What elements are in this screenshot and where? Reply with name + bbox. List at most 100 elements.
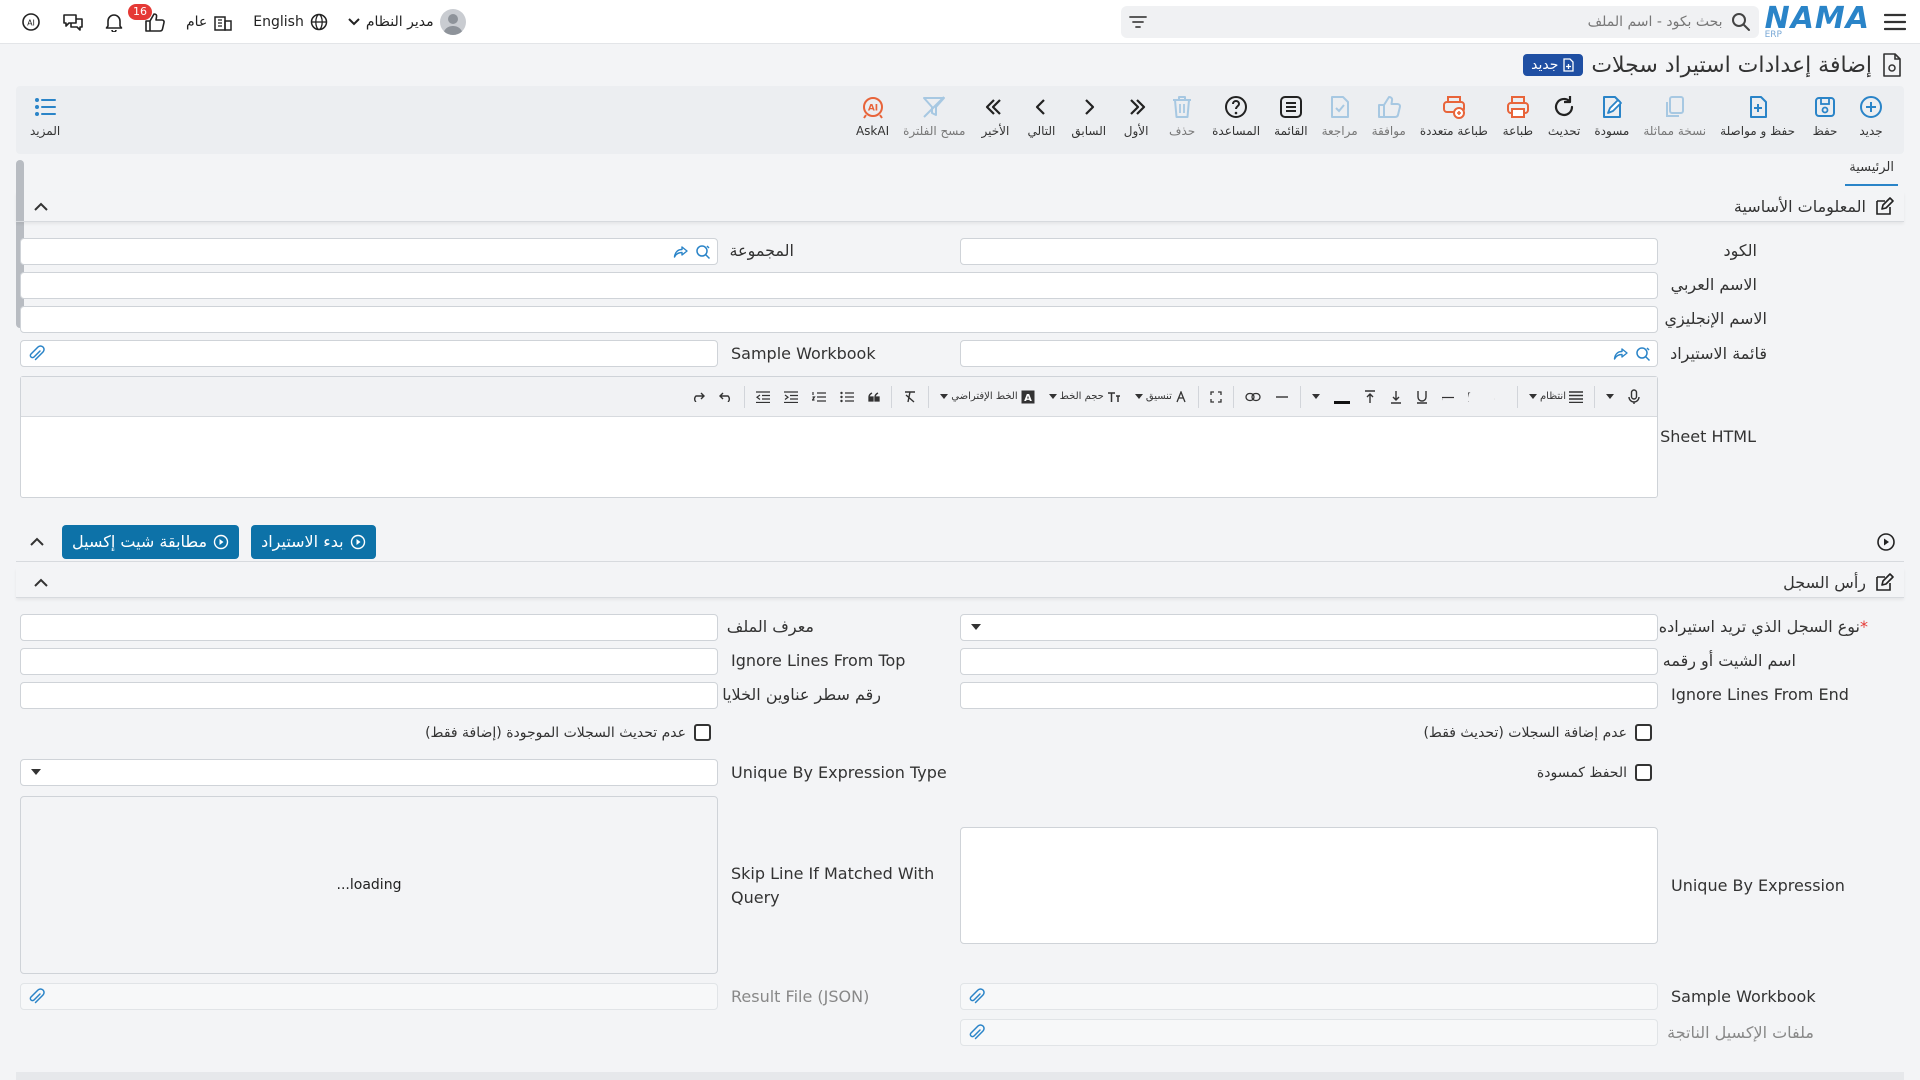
ignore-end-input[interactable] [960, 682, 1658, 709]
toolbar-button-save-continue[interactable]: حفظ و مواصلة [1713, 94, 1802, 138]
no-add-records-checkbox[interactable] [1635, 724, 1652, 741]
toolbar-button-thumbs-up[interactable]: موافقة [1365, 94, 1413, 138]
sample-workbook-input[interactable] [20, 340, 718, 367]
code-input[interactable] [960, 238, 1658, 265]
sheet-name-input[interactable] [960, 648, 1658, 675]
editor-font-size-button[interactable]: حجم الخط [1042, 383, 1128, 411]
toolbar-button-multi-print[interactable]: طباعة متعددة [1413, 94, 1495, 138]
toolbar-button-save[interactable]: حفظ [1802, 94, 1848, 138]
app-logo[interactable]: NAMA ERP [1765, 3, 1870, 40]
toolbar-button-trash[interactable]: حذف [1159, 94, 1205, 138]
editor-fullscreen-button[interactable] [1203, 383, 1229, 411]
editor-underline-button[interactable] [1409, 383, 1435, 411]
toolbar-button-next[interactable]: التالي [1018, 94, 1064, 138]
no-add-records-checkbox-row[interactable]: عدم إضافة السجلات (تحديث فقط) [1423, 724, 1652, 741]
more-button[interactable]: المزيد [30, 94, 60, 138]
chevron-up-icon[interactable] [24, 531, 50, 553]
editor-numbered-list-button[interactable] [805, 383, 833, 411]
search-icon[interactable] [1731, 12, 1751, 32]
editor-bullet-list-button[interactable] [833, 383, 861, 411]
editor-redo-button[interactable] [684, 383, 712, 411]
editor-color-dropdown[interactable] [1305, 383, 1327, 411]
result-excel-files-input[interactable] [960, 1019, 1658, 1046]
editor-subscript-button[interactable] [1383, 383, 1409, 411]
attachment-icon[interactable] [27, 344, 45, 363]
match-excel-sheet-button[interactable]: مطابقة شيت إكسيل [62, 524, 240, 559]
menu-icon[interactable] [1880, 7, 1910, 37]
editor-bold-button[interactable]: B [1487, 383, 1513, 411]
toolbar-button-ask-ai[interactable]: AI AskAI [849, 94, 896, 138]
attachment-icon[interactable] [967, 1023, 985, 1042]
attachment-icon[interactable] [967, 987, 985, 1006]
ai-assistant-button[interactable]: AI [10, 0, 52, 44]
toolbar-button-last[interactable]: الأخير [972, 94, 1018, 138]
open-link-icon[interactable] [673, 244, 689, 260]
search-input[interactable] [1154, 5, 1723, 38]
file-id-input[interactable] [20, 614, 718, 641]
editor-hr-button[interactable] [1268, 383, 1296, 411]
align-bottom-icon [1390, 390, 1402, 404]
arabic-name-input[interactable] [20, 272, 1658, 299]
toolbar-button-first[interactable]: الأول [1113, 94, 1159, 138]
lookup-search-icon[interactable] [695, 244, 711, 260]
skip-line-query-editor[interactable]: loading... [20, 796, 718, 974]
editor-text-color-button[interactable] [1327, 383, 1357, 411]
user-menu[interactable]: مدير النظام [338, 0, 476, 44]
editor-indent-button[interactable] [777, 383, 805, 411]
record-type-select[interactable] [960, 614, 1658, 641]
editor-link-button[interactable] [1238, 383, 1268, 411]
toolbar-button-previous[interactable]: السابق [1064, 94, 1113, 138]
editor-strike-button[interactable]: S [1435, 383, 1461, 411]
editor-mic-button[interactable] [1621, 383, 1647, 411]
attachment-icon[interactable] [27, 987, 45, 1006]
toolbar-button-draft[interactable]: مسودة [1587, 94, 1636, 138]
editor-undo-button[interactable] [712, 383, 740, 411]
notifications-button[interactable] [94, 0, 134, 44]
editor-quote-button[interactable] [861, 383, 887, 411]
result-file-input[interactable] [20, 983, 718, 1010]
editor-clear-format-button[interactable] [896, 383, 924, 411]
group-input[interactable] [20, 238, 718, 265]
toolbar-button-plus-circle[interactable]: جديد [1848, 94, 1894, 138]
save-as-draft-checkbox[interactable] [1635, 764, 1652, 781]
editor-align-button[interactable]: انتظام [1522, 383, 1590, 411]
toolbar-button-refresh[interactable]: تحديث [1541, 94, 1588, 138]
unique-type-select[interactable] [20, 759, 718, 786]
save-as-draft-checkbox-row[interactable]: الحفظ كمسودة [1537, 764, 1652, 781]
editor-superscript-button[interactable] [1357, 383, 1383, 411]
open-link-icon[interactable] [1613, 346, 1629, 362]
header-sample-workbook-input[interactable] [960, 983, 1658, 1010]
unique-expression-textarea[interactable] [960, 827, 1658, 944]
public-branch[interactable]: عام [176, 0, 243, 44]
toolbar-button-review[interactable]: مراجعة [1315, 94, 1365, 138]
english-name-input[interactable] [20, 306, 1658, 333]
no-update-records-checkbox[interactable] [694, 724, 711, 741]
toolbar-button-copy[interactable]: نسخة مماثلة [1636, 94, 1713, 138]
editor-outdent-button[interactable] [749, 383, 777, 411]
toolbar-button-list[interactable]: القائمة [1267, 94, 1314, 138]
editor-content-area[interactable] [21, 417, 1657, 497]
language-switch[interactable]: English [243, 0, 338, 44]
filter-icon[interactable] [1128, 15, 1147, 29]
chevron-up-icon[interactable] [28, 572, 54, 594]
toolbar-button-print[interactable]: طباعة [1495, 94, 1541, 138]
play-circle-icon[interactable] [1876, 532, 1896, 552]
header-row-input[interactable] [20, 682, 718, 709]
ignore-top-input[interactable] [20, 648, 718, 675]
import-list-input[interactable] [960, 340, 1658, 367]
no-update-records-checkbox-row[interactable]: عدم تحديث السجلات الموجودة (إضافة فقط) [425, 724, 711, 741]
lookup-search-icon[interactable] [1635, 346, 1651, 362]
approvals-button[interactable]: 16 [128, 0, 176, 44]
editor-mic-dropdown[interactable] [1599, 383, 1621, 411]
link-icon [1245, 392, 1261, 402]
toolbar-button-help[interactable]: المساعدة [1205, 94, 1267, 138]
toolbar-button-clear-filter[interactable]: مسح الفلترة [896, 94, 972, 138]
editor-style-button[interactable]: تنسيق [1128, 383, 1194, 411]
tab-main[interactable]: الرئيسية [1845, 160, 1898, 186]
chat-button[interactable] [52, 0, 94, 44]
chevron-up-icon[interactable] [28, 196, 54, 218]
editor-italic-button[interactable]: I [1461, 383, 1487, 411]
editor-font-family-button[interactable]: A الخط الإفتراضي [933, 383, 1041, 411]
start-import-button[interactable]: بدء الاستيراد [251, 524, 376, 559]
header-row-label: رقم سطر عناوين الخلايا [722, 685, 881, 704]
